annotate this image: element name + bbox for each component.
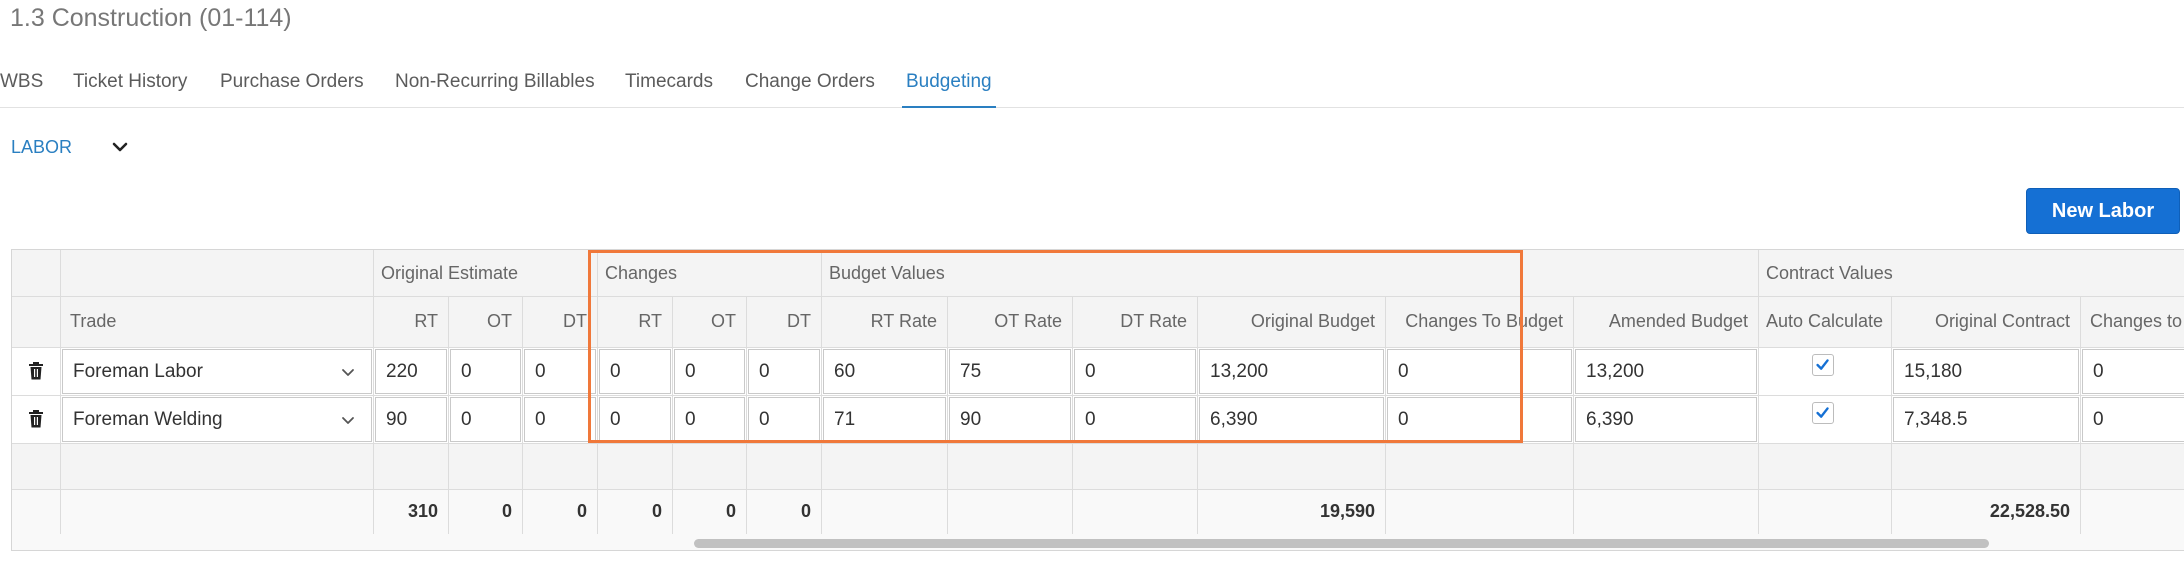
column-header-oe-dt[interactable]: DT [522,296,597,347]
group-changes: Changes [605,263,678,283]
ch-rt-input[interactable]: 0 [599,349,671,394]
ch-rt-input[interactable]: 0 [599,397,671,442]
ch-ot-input[interactable]: 0 [674,397,745,442]
column-header-ch-ot[interactable]: OT [672,296,746,347]
tab-timecards[interactable]: Timecards [625,62,713,108]
column-header-changes-to-budget[interactable]: Changes To Budget [1385,296,1573,347]
trade-select[interactable]: Foreman Welding [62,397,372,442]
checkmark-icon [1816,359,1829,370]
chevron-down-icon[interactable] [111,138,129,156]
total-oe-dt: 0 [576,501,587,521]
amended-budget-input[interactable]: 13,200 [1575,349,1757,394]
changes-to-contract-input[interactable]: 0 [2082,397,2184,442]
total-ch-rt: 0 [651,501,662,521]
auto-calculate-checkbox[interactable] [1812,354,1834,376]
original-contract-input[interactable]: 7,348.5 [1893,397,2079,442]
original-contract-input[interactable]: 15,180 [1893,349,2079,394]
horizontal-scrollbar[interactable] [12,534,2184,550]
rt-rate-input[interactable]: 71 [823,397,946,442]
oe-dt-input[interactable]: 0 [524,397,596,442]
trash-icon[interactable] [28,410,44,428]
totals-row [12,489,2184,534]
ch-dt-input[interactable]: 0 [748,397,820,442]
changes-to-budget-input[interactable]: 0 [1387,349,1572,394]
original-budget-input[interactable]: 13,200 [1199,349,1384,394]
chevron-down-icon [342,369,354,376]
labor-grid: Original Estimate Changes Budget Values … [11,249,2184,551]
column-header-ch-dt[interactable]: DT [746,296,821,347]
empty-row [12,443,2184,489]
total-oe-rt: 310 [407,501,438,521]
group-original-estimate: Original Estimate [381,263,519,283]
changes-to-contract-input[interactable]: 0 [2082,349,2184,394]
group-budget-values: Budget Values [829,263,945,283]
column-divider [60,250,61,534]
auto-calculate-checkbox[interactable] [1812,402,1834,424]
ot-rate-input[interactable]: 75 [949,349,1071,394]
column-header-ch-rt[interactable]: RT [597,296,672,347]
checkmark-icon [1816,407,1829,418]
oe-rt-input[interactable]: 220 [375,349,447,394]
section-selector[interactable]: LABOR [11,134,128,160]
row-separator [12,489,2184,490]
column-header-dt-rate[interactable]: DT Rate [1072,296,1197,347]
page-title: 1.3 Construction (01-114) [10,4,292,32]
ot-rate-input[interactable]: 90 [949,397,1071,442]
column-header-original-budget[interactable]: Original Budget [1197,296,1385,347]
scrollbar-thumb[interactable] [694,539,1989,548]
column-header-oe-ot[interactable]: OT [448,296,522,347]
tab-bar: WBS Ticket History Purchase Orders Non-R… [0,62,2184,108]
ch-dt-input[interactable]: 0 [748,349,820,394]
tab-wbs[interactable]: WBS [0,62,43,108]
column-header-changes-to-contract[interactable]: Changes to [2080,296,2184,347]
rt-rate-input[interactable]: 60 [823,349,946,394]
trade-select[interactable]: Foreman Labor [62,349,372,394]
section-label[interactable]: LABOR [11,137,72,158]
trash-icon[interactable] [28,362,44,380]
total-ch-dt: 0 [800,501,811,521]
column-header-trade[interactable]: Trade [60,296,373,347]
oe-rt-input[interactable]: 90 [375,397,447,442]
chevron-down-icon [342,417,354,424]
header-separator [12,347,2184,348]
group-contract-values: Contract Values [1766,263,1893,283]
changes-to-budget-input[interactable]: 0 [1387,397,1572,442]
trade-value: Foreman Labor [73,361,203,382]
total-oe-ot: 0 [501,501,512,521]
total-original-contract: 22,528.50 [1989,501,2070,521]
oe-ot-input[interactable]: 0 [450,349,521,394]
column-header-auto-calculate[interactable]: Auto Calculate [1758,296,1891,347]
row-separator [12,395,2184,396]
row-separator [12,443,2184,444]
tab-budgeting[interactable]: Budgeting [902,62,996,108]
total-original-budget: 19,590 [1319,501,1375,521]
dt-rate-input[interactable]: 0 [1074,349,1196,394]
tab-ticket-history[interactable]: Ticket History [73,62,187,108]
trade-value: Foreman Welding [73,409,223,430]
tab-non-recurring-billables[interactable]: Non-Recurring Billables [395,62,595,108]
tab-change-orders[interactable]: Change Orders [745,62,875,108]
total-ch-ot: 0 [725,501,736,521]
dt-rate-input[interactable]: 0 [1074,397,1196,442]
column-header-amended-budget[interactable]: Amended Budget [1573,296,1758,347]
oe-dt-input[interactable]: 0 [524,349,596,394]
ch-ot-input[interactable]: 0 [674,349,745,394]
amended-budget-input[interactable]: 6,390 [1575,397,1757,442]
tab-purchase-orders[interactable]: Purchase Orders [220,62,364,108]
column-header-original-contract[interactable]: Original Contract [1891,296,2080,347]
column-header-oe-rt[interactable]: RT [373,296,448,347]
column-header-rt-rate[interactable]: RT Rate [821,296,947,347]
new-labor-button[interactable]: New Labor [2026,188,2180,234]
original-budget-input[interactable]: 6,390 [1199,397,1384,442]
column-header-ot-rate[interactable]: OT Rate [947,296,1072,347]
oe-ot-input[interactable]: 0 [450,397,521,442]
